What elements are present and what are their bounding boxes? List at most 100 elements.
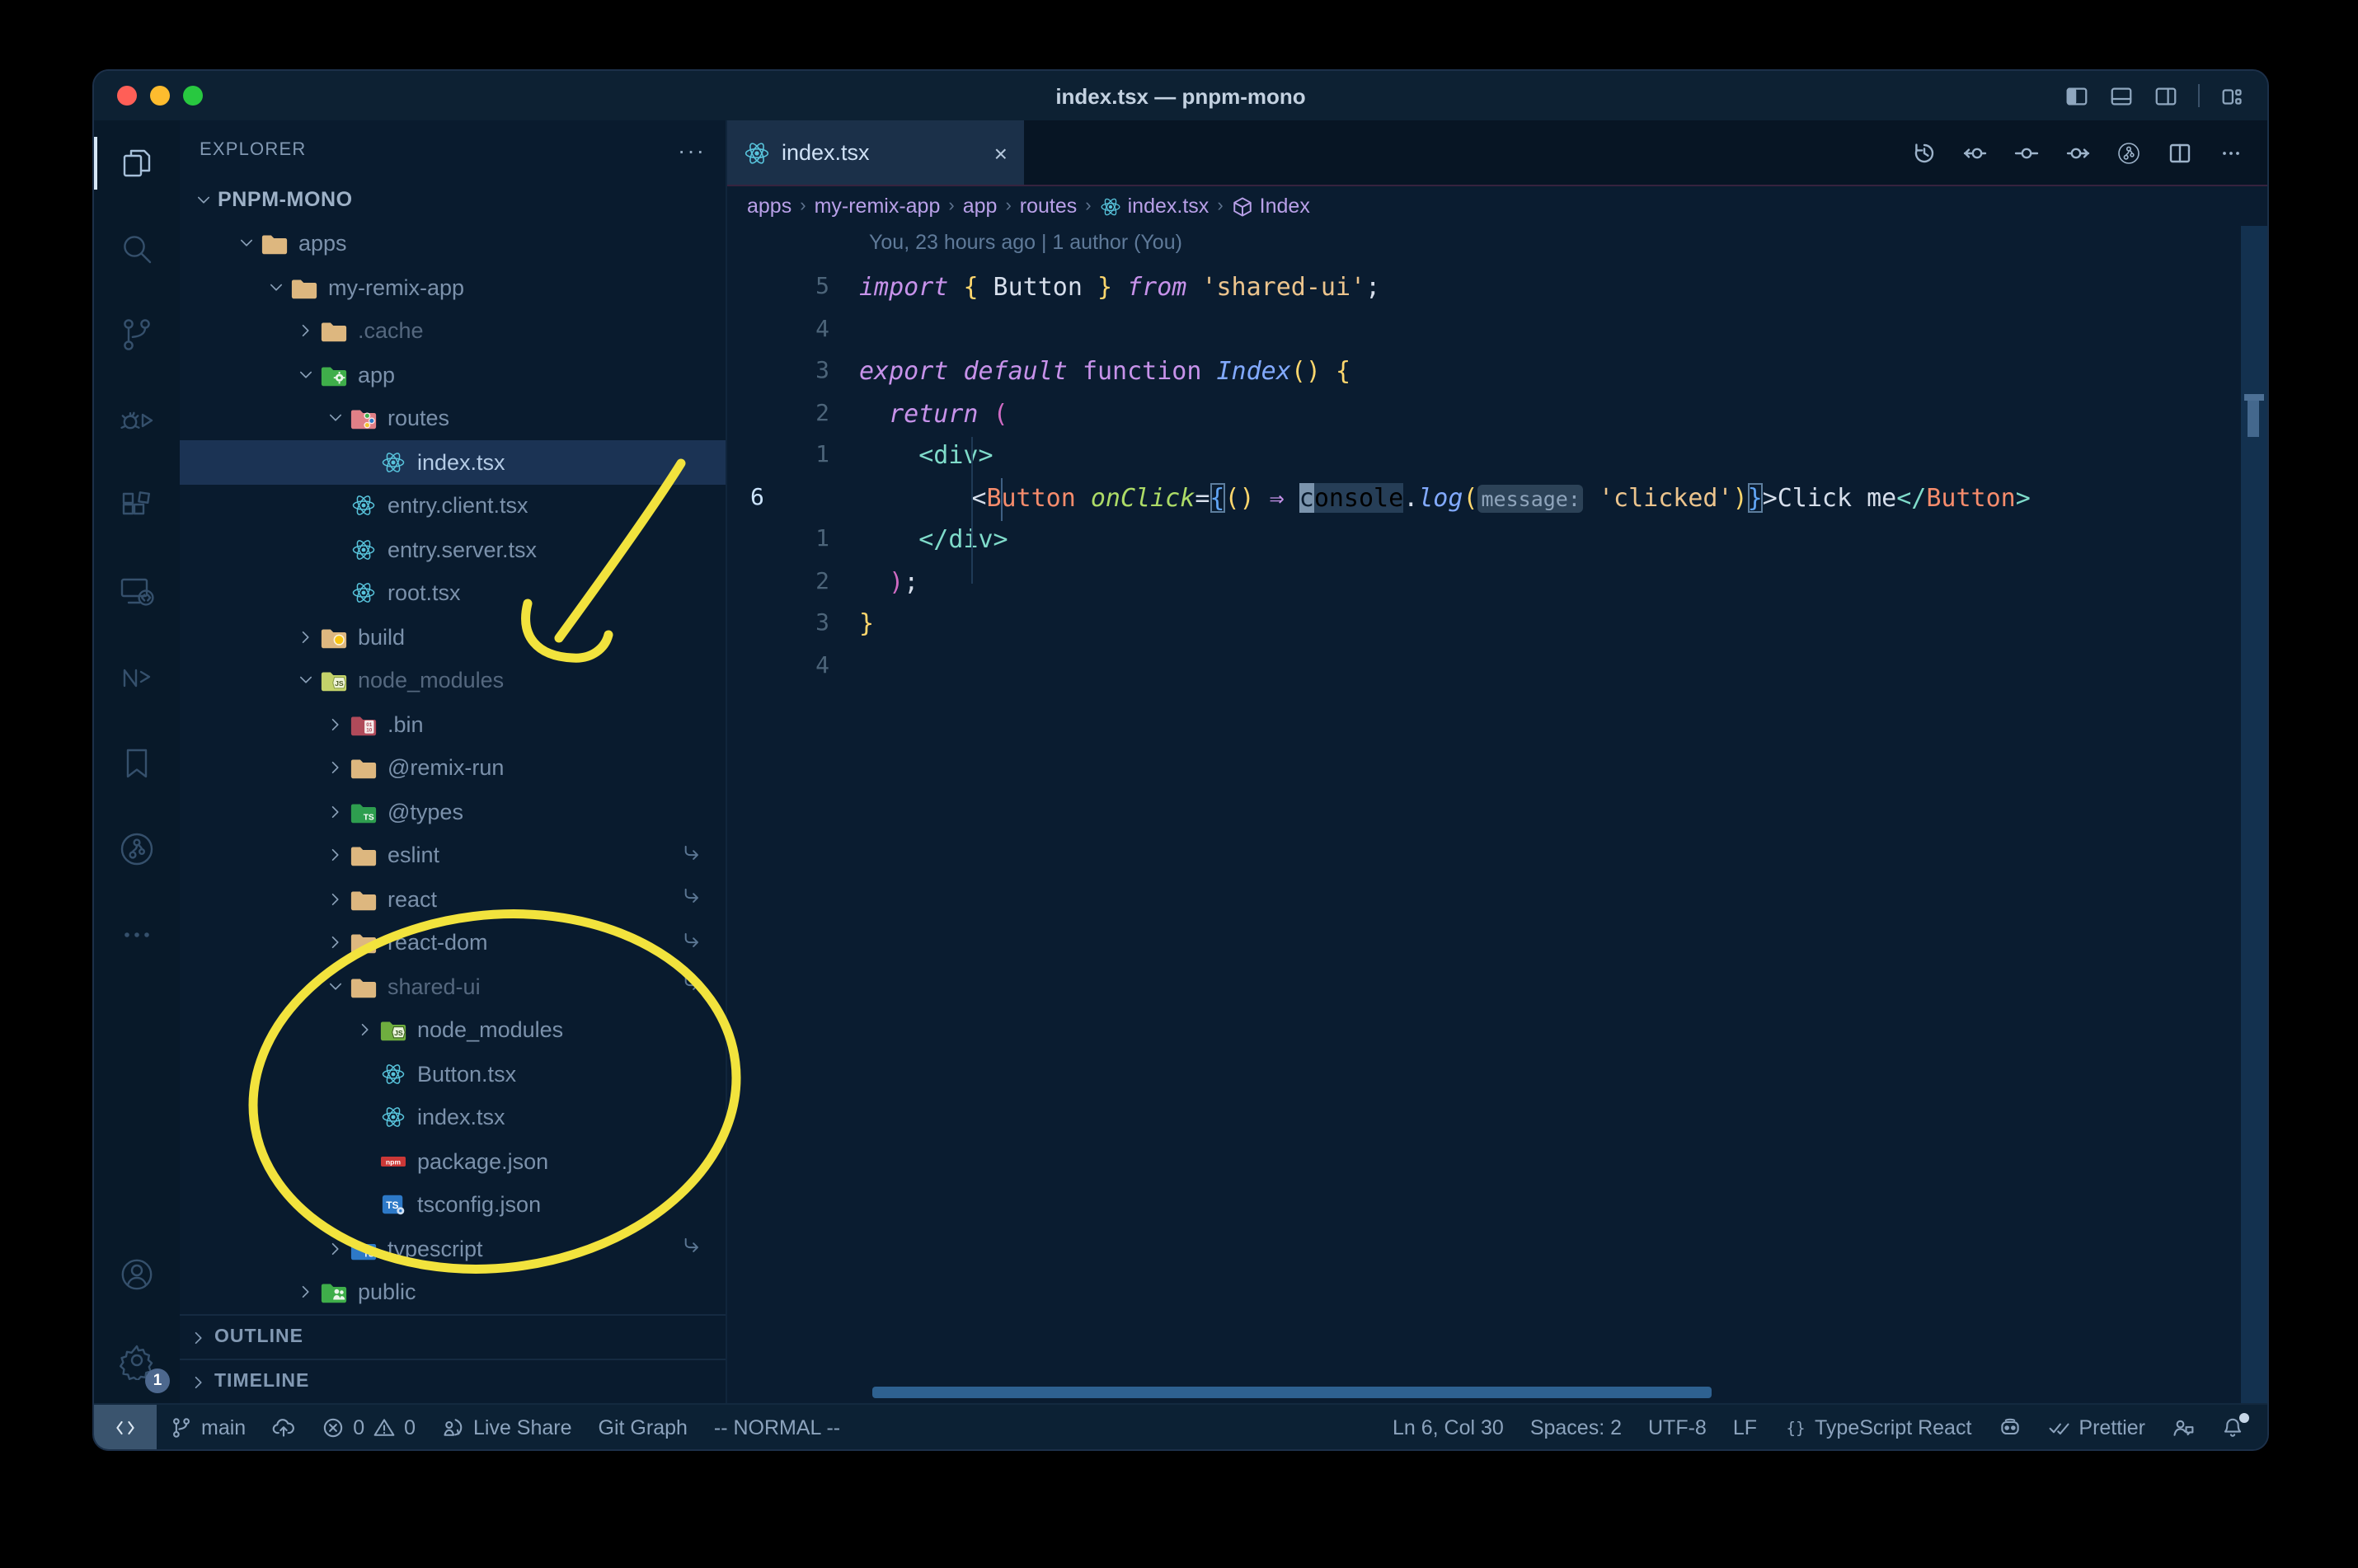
activitybar-search[interactable] [94, 206, 180, 292]
tree-root-pnpm-mono[interactable]: PNPM-MONO [180, 178, 726, 222]
tree-item-types[interactable]: TS @types [180, 790, 726, 833]
tree-item-tsconfig-json[interactable]: TS tsconfig.json [180, 1183, 726, 1227]
status-git-graph[interactable]: Git Graph [585, 1405, 701, 1449]
minimize-button[interactable] [150, 86, 170, 106]
ellipsis-button[interactable] [2218, 139, 2244, 166]
code-line[interactable]: 3 export default function Index() { [727, 351, 2241, 393]
breadcrumb-separator: › [948, 196, 955, 216]
tree-item-index-tsx[interactable]: index.tsx [180, 1096, 726, 1139]
status-indentation[interactable]: Spaces: 2 [1517, 1405, 1635, 1449]
tree-item-shared-ui[interactable]: shared-ui [180, 965, 726, 1008]
status-copilot[interactable] [1985, 1405, 2034, 1449]
tree-item-entry-server-tsx[interactable]: entry.server.tsx [180, 528, 726, 571]
tree-item-entry-client-tsx[interactable]: entry.client.tsx [180, 484, 726, 528]
zoom-button[interactable] [183, 86, 203, 106]
status-language-mode[interactable]: {} TypeScript React [1770, 1405, 1985, 1449]
breadcrumb-routes[interactable]: routes [1020, 195, 1078, 218]
code-line[interactable]: 2 return ( [727, 393, 2241, 435]
sidebar-section-timeline[interactable]: TIMELINE [180, 1359, 726, 1403]
prev-change-button[interactable] [1962, 139, 1989, 166]
history-button[interactable] [1911, 139, 1938, 166]
change-button[interactable] [2013, 139, 2040, 166]
code-line[interactable]: 1 <div> [727, 435, 2241, 477]
breadcrumb-index-tsx[interactable]: index.tsx [1100, 195, 1209, 218]
tree-item-cache[interactable]: .cache [180, 309, 726, 353]
tree-item-build[interactable]: build [180, 615, 726, 659]
status-vim-mode[interactable]: -- NORMAL -- [701, 1405, 853, 1449]
status-eol[interactable]: LF [1720, 1405, 1770, 1449]
tree-item-button-tsx[interactable]: Button.tsx [180, 1052, 726, 1096]
vertical-scrollbar[interactable] [2241, 226, 2267, 1403]
activitybar-settings[interactable]: 1 [94, 1317, 180, 1403]
code-line[interactable]: 2 ); [727, 561, 2241, 603]
horizontal-scrollbar[interactable] [872, 1387, 1712, 1398]
chevron-right-icon [322, 847, 350, 865]
layout-sidebar-left-button[interactable] [2064, 83, 2089, 108]
tree-item-label: index.tsx [417, 1105, 505, 1130]
tree-item-react-dom[interactable]: react-dom [180, 921, 726, 965]
activitybar-extensions[interactable] [94, 463, 180, 549]
code-line[interactable]: 4 [727, 309, 2241, 351]
activitybar-source-control[interactable] [94, 292, 180, 378]
activitybar-account[interactable] [94, 1232, 180, 1317]
code-line[interactable]: 6 <Button onClick={() ⇒ console.log(mess… [727, 477, 2241, 519]
tree-item-app[interactable]: app [180, 353, 726, 397]
status-encoding[interactable]: UTF-8 [1635, 1405, 1720, 1449]
activitybar-bookmarks[interactable] [94, 721, 180, 806]
customize-layout-button[interactable] [2219, 83, 2244, 108]
code-line[interactable]: 3 } [727, 603, 2241, 646]
tree-item-node-modules[interactable]: JS node_modules [180, 1008, 726, 1052]
tree-item-typescript[interactable]: TS typescript [180, 1227, 726, 1270]
status-remote-indicator[interactable] [94, 1405, 157, 1449]
tree-item-public[interactable]: public [180, 1270, 726, 1314]
status-problems[interactable]: 00 [308, 1405, 429, 1449]
tree-item-index-tsx[interactable]: index.tsx [180, 440, 726, 484]
next-change-button[interactable] [2064, 139, 2091, 166]
activitybar-more[interactable] [94, 892, 180, 978]
git-graph-circle-button[interactable] [2116, 139, 2142, 166]
activitybar-git-graph[interactable] [94, 806, 180, 892]
code-line[interactable]: 5 import { Button } from 'shared-ui'; [727, 267, 2241, 309]
code-line[interactable]: 4 [727, 646, 2241, 688]
tree-item-my-remix-app[interactable]: my-remix-app [180, 265, 726, 309]
react-icon [350, 581, 378, 606]
activitybar-explorer[interactable] [94, 120, 180, 206]
vscode-window: index.tsx — pnpm-mono 1 EXPLORER ··· PNP… [92, 69, 2269, 1451]
tree-item-apps[interactable]: apps [180, 222, 726, 265]
code-line[interactable]: 1 </div> [727, 519, 2241, 561]
status-sync[interactable] [259, 1405, 308, 1449]
tree-item-package-json[interactable]: npm package.json [180, 1139, 726, 1183]
breadcrumb-index[interactable]: Index [1232, 195, 1310, 218]
activitybar-nx-console[interactable] [94, 635, 180, 721]
status-notifications[interactable] [2208, 1405, 2257, 1449]
tree-item-eslint[interactable]: eslint [180, 833, 726, 877]
react-icon [379, 450, 407, 475]
activitybar-run-debug[interactable] [94, 378, 180, 463]
tree-item-label: Button.tsx [417, 1061, 517, 1087]
breadcrumb-app[interactable]: app [963, 195, 998, 218]
code-area[interactable]: You, 23 hours ago | 1 author (You) 5 imp… [727, 226, 2267, 1403]
activitybar-remote-explorer[interactable] [94, 549, 180, 635]
close-tab-icon[interactable]: × [994, 139, 1008, 166]
tree-item-routes[interactable]: routes [180, 397, 726, 440]
sidebar-section-outline[interactable]: OUTLINE [180, 1314, 726, 1359]
tab-index-tsx[interactable]: index.tsx × [727, 120, 1024, 185]
breadcrumb-my-remix-app[interactable]: my-remix-app [815, 195, 941, 218]
chevron-down-icon [262, 279, 290, 297]
tree-item-remix-run[interactable]: @remix-run [180, 746, 726, 790]
explorer-more-button[interactable]: ··· [678, 136, 706, 162]
layout-panel-button[interactable] [2109, 83, 2134, 108]
tree-item-root-tsx[interactable]: root.tsx [180, 571, 726, 615]
status-git-branch[interactable]: main [157, 1405, 259, 1449]
status-cursor-position[interactable]: Ln 6, Col 30 [1379, 1405, 1517, 1449]
status-feedback[interactable] [2158, 1405, 2208, 1449]
tree-item-bin[interactable]: 01 10 .bin [180, 702, 726, 746]
tree-item-react[interactable]: react [180, 877, 726, 921]
breadcrumb-apps[interactable]: apps [747, 195, 791, 218]
layout-sidebar-right-button[interactable] [2154, 83, 2178, 108]
close-button[interactable] [117, 86, 137, 106]
split-editor-button[interactable] [2167, 139, 2193, 166]
tree-item-node-modules[interactable]: JS node_modules [180, 659, 726, 702]
status-live-share[interactable]: Live Share [429, 1405, 585, 1449]
status-prettier[interactable]: Prettier [2034, 1405, 2158, 1449]
